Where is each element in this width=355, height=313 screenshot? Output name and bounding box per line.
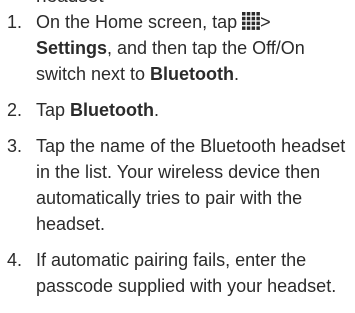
step-3: 3. Tap the name of the Bluetooth headset… <box>0 133 355 237</box>
step-3-text: Tap the name of the Bluetooth headset in… <box>36 136 346 234</box>
settings-label: Settings <box>36 38 108 58</box>
step-2-text-c: . <box>154 100 160 120</box>
instruction-steps: 1. On the Home screen, tap > Settings, a… <box>0 9 355 309</box>
chevron-separator: > <box>260 12 271 32</box>
step-1-text-a: On the Home screen, tap <box>36 12 243 32</box>
clipped-heading: headset <box>36 0 104 6</box>
step-4-number: 4. <box>7 250 23 270</box>
step-1-number: 1. <box>7 12 23 32</box>
apps-grid-icon <box>242 12 261 30</box>
bluetooth-label: Bluetooth <box>70 100 155 120</box>
step-1-text-c: . <box>234 64 240 84</box>
bluetooth-label: Bluetooth <box>150 64 235 84</box>
step-1: 1. On the Home screen, tap > Settings, a… <box>0 9 355 87</box>
step-4-text: If automatic pairing fails, enter the pa… <box>36 250 337 296</box>
step-2-number: 2. <box>7 100 23 120</box>
step-4: 4. If automatic pairing fails, enter the… <box>0 247 355 299</box>
step-2: 2. Tap Bluetooth. <box>0 97 355 123</box>
step-3-number: 3. <box>7 136 23 156</box>
step-2-text-a: Tap <box>36 100 71 120</box>
